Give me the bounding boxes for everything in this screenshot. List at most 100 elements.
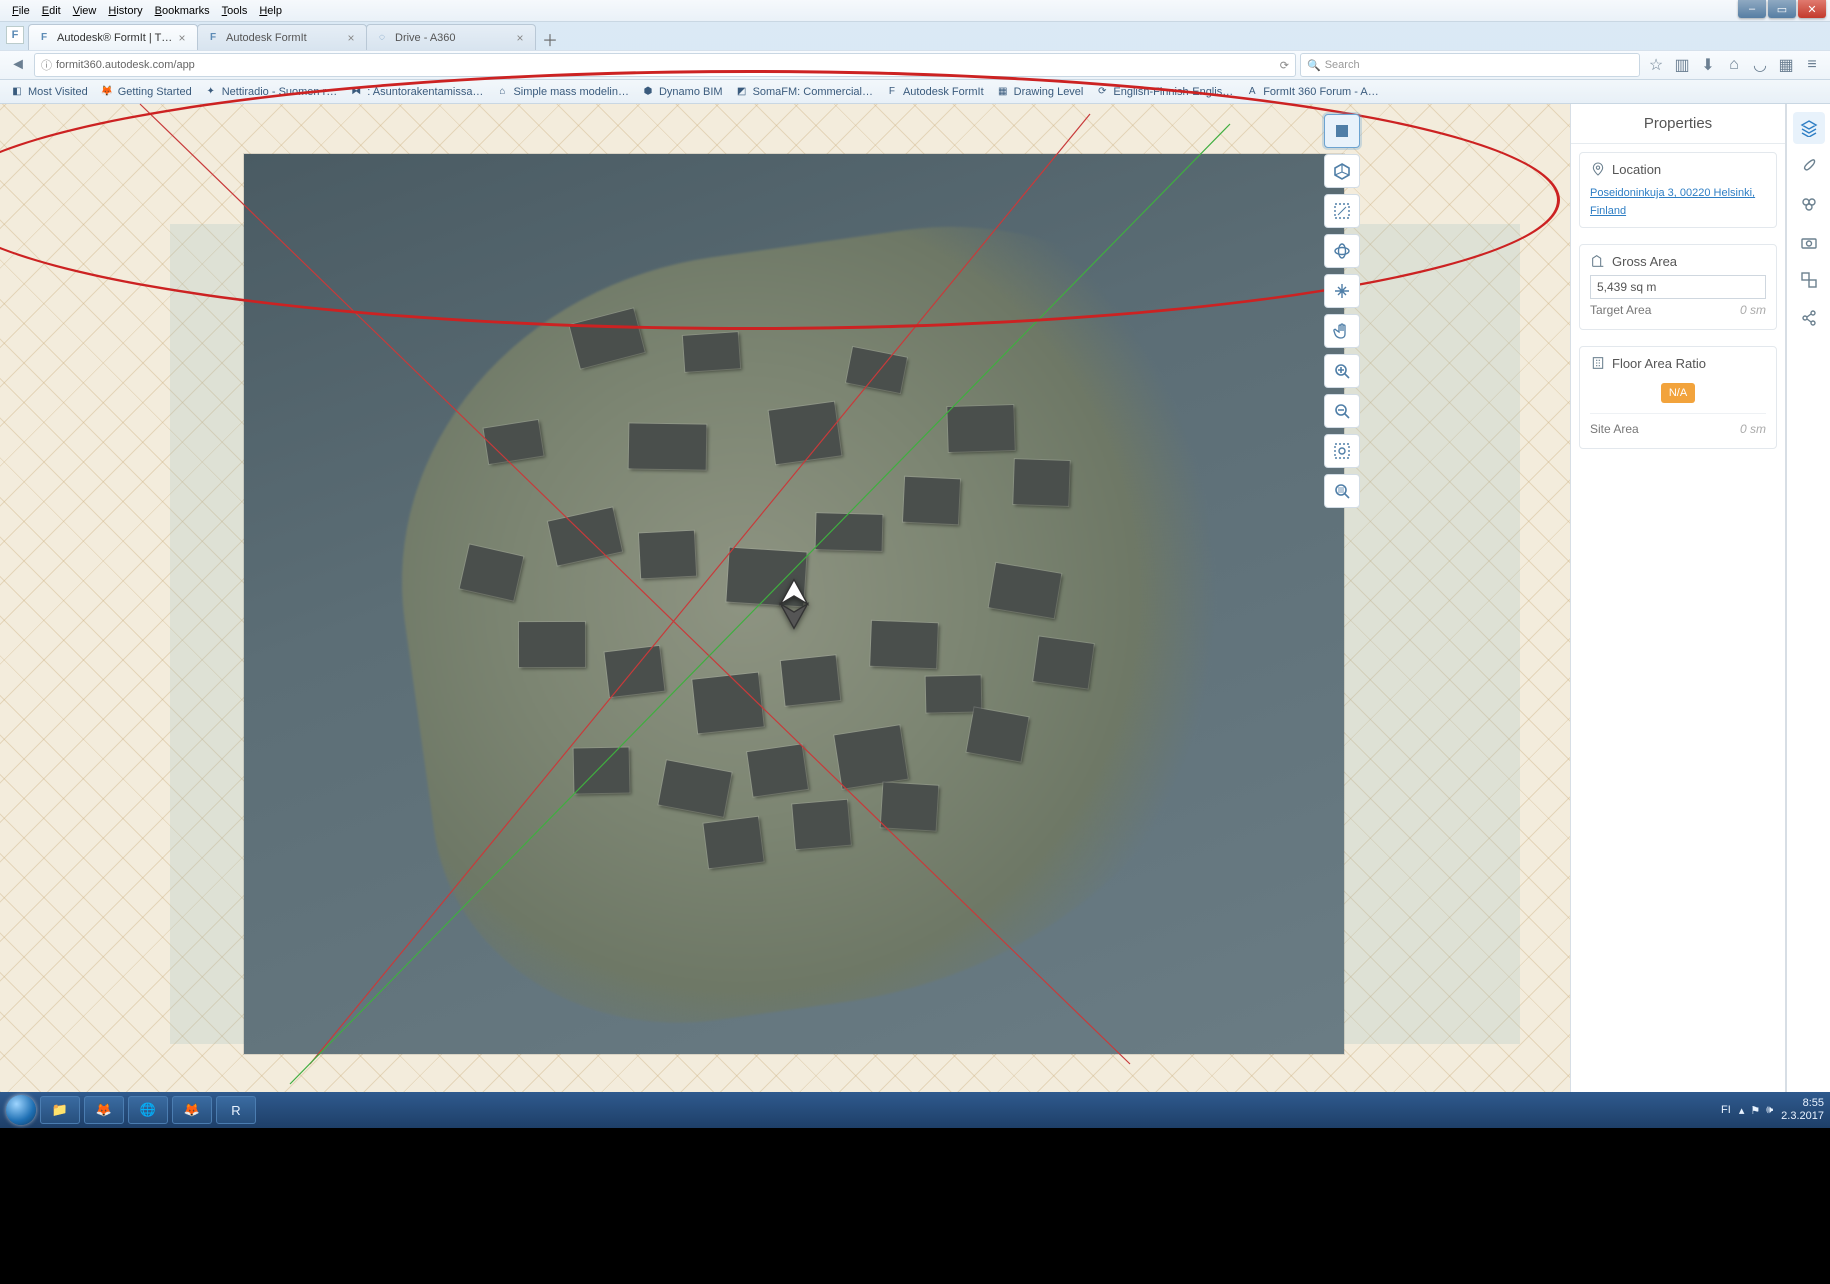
bookmark-item[interactable]: FAutodesk FormIt <box>881 83 988 101</box>
bookmark-item[interactable]: ⟳English-Finnish-Englis… <box>1091 83 1237 101</box>
bookmark-item[interactable]: AFormIt 360 Forum - A… <box>1241 83 1383 101</box>
building-icon <box>1590 355 1606 371</box>
search-bar[interactable]: 🔍 Search <box>1300 53 1640 77</box>
browser-tab[interactable]: ◌Drive - A360× <box>366 24 536 50</box>
menu-tools[interactable]: Tools <box>216 3 254 19</box>
start-button[interactable] <box>6 1095 36 1125</box>
window-close-button[interactable]: ✕ <box>1798 0 1826 18</box>
reload-button[interactable]: ⟳ <box>1280 59 1289 72</box>
browser-tab[interactable]: FAutodesk® FormIt | Think …× <box>28 24 198 50</box>
zoom-fit-tool-button[interactable] <box>1324 434 1360 468</box>
far-card: Floor Area Ratio N/A Site Area 0 sm <box>1579 346 1777 449</box>
share-icon <box>1800 309 1818 327</box>
tray-icon[interactable]: ▴ <box>1739 1104 1745 1117</box>
taskbar-app[interactable]: 🌐 <box>128 1096 168 1124</box>
dock-layers-button[interactable] <box>1793 112 1825 144</box>
gross-area-card: Gross Area Target Area 0 sm <box>1579 244 1777 330</box>
zoom-out-tool-button[interactable] <box>1324 394 1360 428</box>
tab-close-button[interactable]: × <box>344 31 358 45</box>
site-info-icon[interactable]: ⓘ <box>41 57 52 73</box>
bookmark-item[interactable]: ⬢Dynamo BIM <box>637 83 727 101</box>
clock[interactable]: 8:55 2.3.2017 <box>1781 1097 1824 1122</box>
building-footprint <box>692 673 763 734</box>
bookmark-item[interactable]: ▦Drawing Level <box>992 83 1088 101</box>
dock-brush-button[interactable] <box>1793 150 1825 182</box>
dock-camera-button[interactable] <box>1793 226 1825 258</box>
menu-icon[interactable]: ≡ <box>1800 53 1824 77</box>
zoom-sel-tool-button[interactable] <box>1324 474 1360 508</box>
zoom-out-icon <box>1332 401 1352 421</box>
taskbar-app[interactable]: R <box>216 1096 256 1124</box>
menu-help[interactable]: Help <box>253 3 288 19</box>
bookmark-item[interactable]: ✦Nettiradio - Suomen r… <box>200 83 342 101</box>
building-footprint <box>639 531 696 579</box>
tab-close-button[interactable]: × <box>175 31 189 45</box>
building-footprint <box>947 405 1014 452</box>
window-minimize-button[interactable]: – <box>1738 0 1766 18</box>
bookmark-item[interactable]: ◩SomaFM: Commercial… <box>731 83 877 101</box>
building-footprint <box>703 817 763 868</box>
bookmark-item[interactable]: 🦊Getting Started <box>96 83 196 101</box>
tab-label: Autodesk® FormIt | Think … <box>57 32 175 44</box>
tray-icon[interactable]: ⚑ <box>1750 1104 1760 1117</box>
tiles-icon[interactable]: ▦ <box>1774 53 1798 77</box>
menu-history[interactable]: History <box>102 3 148 19</box>
menu-view[interactable]: View <box>67 3 103 19</box>
back-button[interactable]: ◄ <box>6 53 30 77</box>
dock-groups-button[interactable] <box>1793 264 1825 296</box>
browser-navbar: ◄ ⓘ formit360.autodesk.com/app ⟳ 🔍 Searc… <box>0 50 1830 80</box>
menu-bookmarks[interactable]: Bookmarks <box>149 3 216 19</box>
bookmark-item[interactable]: ⧓: Asuntorakentamissa… <box>345 83 487 101</box>
tray-icon[interactable]: 🕪 <box>1766 1104 1773 1117</box>
taskbar-app[interactable]: 🦊 <box>172 1096 212 1124</box>
bookmark-favicon-icon: ▦ <box>996 85 1010 99</box>
properties-panel: Properties Location Poseidoninkuja 3, 00… <box>1570 104 1786 1092</box>
building-footprint <box>792 800 851 849</box>
library-icon[interactable]: ▥ <box>1670 53 1694 77</box>
browser-tabstrip: F FAutodesk® FormIt | Think …×FAutodesk … <box>0 22 1830 50</box>
building-footprint <box>484 420 544 464</box>
dock-share-button[interactable] <box>1793 302 1825 334</box>
menu-file[interactable]: File <box>6 3 36 19</box>
menu-edit[interactable]: Edit <box>36 3 67 19</box>
taskbar-app[interactable]: 🦊 <box>84 1096 124 1124</box>
bookmark-star-icon[interactable]: ☆ <box>1644 53 1668 77</box>
tab-label: Drive - A360 <box>395 32 513 44</box>
location-link[interactable]: Poseidoninkuja 3, 00220 Helsinki, Finlan… <box>1590 187 1755 217</box>
satellite-image[interactable] <box>244 154 1344 1054</box>
url-bar[interactable]: ⓘ formit360.autodesk.com/app ⟳ <box>34 53 1296 77</box>
input-language[interactable]: FI <box>1721 1104 1731 1116</box>
pocket-icon[interactable]: ◡ <box>1748 53 1772 77</box>
site-area-value: 0 sm <box>1740 422 1766 436</box>
clock-date: 2.3.2017 <box>1781 1110 1824 1123</box>
browser-tab[interactable]: FAutodesk FormIt× <box>197 24 367 50</box>
selection-tool-button[interactable] <box>1324 114 1360 148</box>
bookmark-item[interactable]: ⌂Simple mass modelin… <box>491 83 633 101</box>
orbit-tool-button[interactable] <box>1324 234 1360 268</box>
hand-tool-button[interactable] <box>1324 314 1360 348</box>
cube-tool-button[interactable] <box>1324 154 1360 188</box>
taskbar-app[interactable]: 📁 <box>40 1096 80 1124</box>
location-card: Location Poseidoninkuja 3, 00220 Helsink… <box>1579 152 1777 228</box>
building-footprint <box>926 675 982 712</box>
home-icon[interactable]: ⌂ <box>1722 53 1746 77</box>
new-tab-button[interactable]: ＋ <box>539 28 561 50</box>
building-footprint <box>781 655 840 705</box>
bookmark-favicon-icon: ◩ <box>735 85 749 99</box>
downloads-icon[interactable]: ⬇ <box>1696 53 1720 77</box>
bookmark-favicon-icon: ⬢ <box>641 85 655 99</box>
building-footprint <box>870 621 938 668</box>
bookmark-item[interactable]: ◧Most Visited <box>6 83 92 101</box>
gross-area-input[interactable] <box>1590 275 1766 299</box>
zoom-sel-icon <box>1332 481 1352 501</box>
building-footprint <box>769 402 842 464</box>
building-footprint <box>747 744 808 796</box>
brush-icon <box>1800 157 1818 175</box>
window-maximize-button[interactable]: ▭ <box>1768 0 1796 18</box>
tab-close-button[interactable]: × <box>513 31 527 45</box>
dock-materials-button[interactable] <box>1793 188 1825 220</box>
section-tool-button[interactable] <box>1324 194 1360 228</box>
pan-tool-button[interactable] <box>1324 274 1360 308</box>
selection-icon <box>1332 121 1352 141</box>
zoom-in-tool-button[interactable] <box>1324 354 1360 388</box>
